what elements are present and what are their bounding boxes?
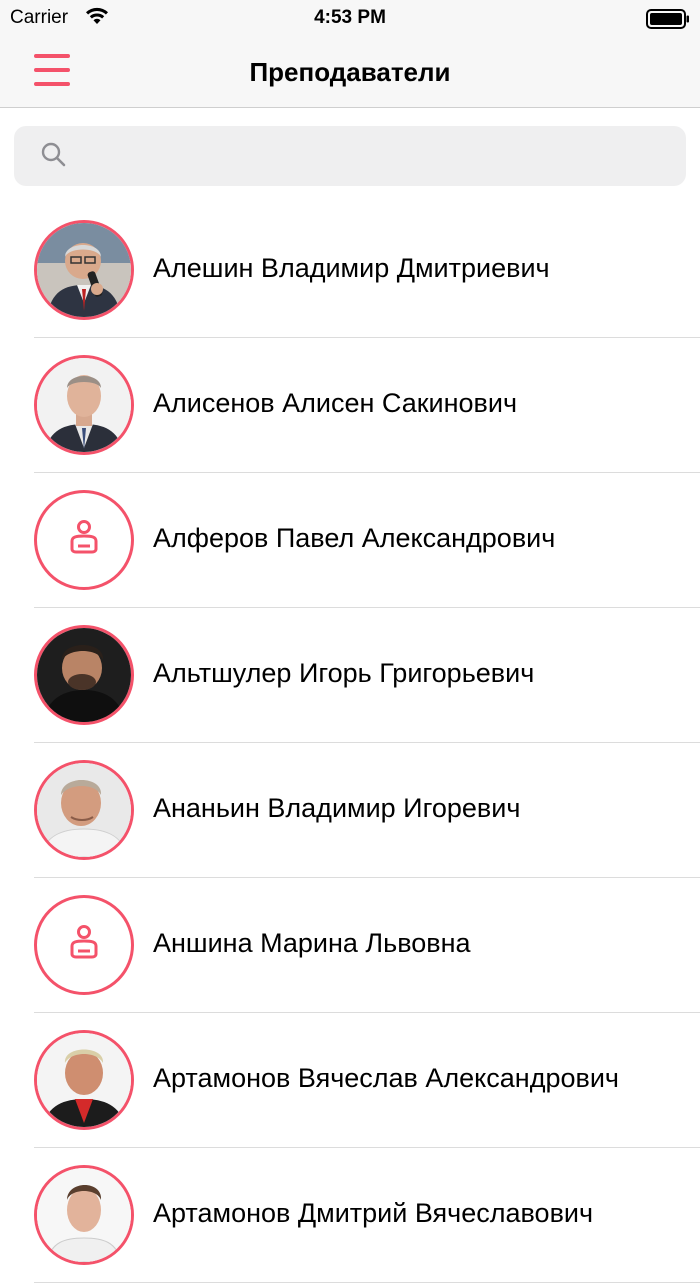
person-placeholder-icon	[37, 493, 131, 587]
avatar	[34, 895, 134, 995]
avatar	[34, 220, 134, 320]
person-placeholder-icon	[37, 898, 131, 992]
teacher-name: Альтшулер Игорь Григорьевич	[153, 658, 535, 688]
teacher-name: Артамонов Дмитрий Вячеславович	[153, 1198, 594, 1228]
status-bar: Carrier 4:53 PM	[0, 0, 700, 38]
teacher-row[interactable]: Ананьин Владимир Игоревич	[0, 743, 700, 878]
search-icon	[40, 141, 68, 174]
teacher-row[interactable]: Артамонов Дмитрий Вячеславович	[0, 1148, 700, 1283]
avatar	[34, 355, 134, 455]
search-bar[interactable]	[14, 126, 686, 188]
teacher-row[interactable]: Алферов Павел Александрович	[0, 473, 700, 608]
navigation-bar: Преподаватели	[0, 38, 700, 108]
teacher-name: Ананьин Владимир Игоревич	[153, 793, 521, 823]
avatar	[34, 490, 134, 590]
avatar	[34, 1030, 134, 1130]
clock-label: 4:53 PM	[314, 7, 386, 28]
avatar	[34, 1165, 134, 1265]
battery-icon	[646, 9, 690, 34]
teacher-row[interactable]: Артамонов Вячеслав Александрович	[0, 1013, 700, 1148]
teacher-name: Алферов Павел Александрович	[153, 523, 556, 553]
teacher-name: Артамонов Вячеслав Александрович	[153, 1063, 619, 1093]
teacher-row[interactable]: Альтшулер Игорь Григорьевич	[0, 608, 700, 743]
teacher-name: Алисенов Алисен Сакинович	[153, 388, 518, 418]
avatar	[34, 625, 134, 725]
search-input[interactable]	[70, 126, 674, 188]
teacher-list: Алешин Владимир Дмитриевич Алисенов Алис…	[0, 203, 700, 1283]
page-title: Преподаватели	[249, 57, 451, 87]
teacher-name: Аншина Марина Львовна	[153, 928, 471, 958]
avatar	[34, 760, 134, 860]
teacher-name: Алешин Владимир Дмитриевич	[153, 253, 550, 283]
teacher-row[interactable]: Алисенов Алисен Сакинович	[0, 338, 700, 473]
teacher-row[interactable]: Алешин Владимир Дмитриевич	[0, 203, 700, 338]
teacher-row[interactable]: Аншина Марина Львовна	[0, 878, 700, 1013]
